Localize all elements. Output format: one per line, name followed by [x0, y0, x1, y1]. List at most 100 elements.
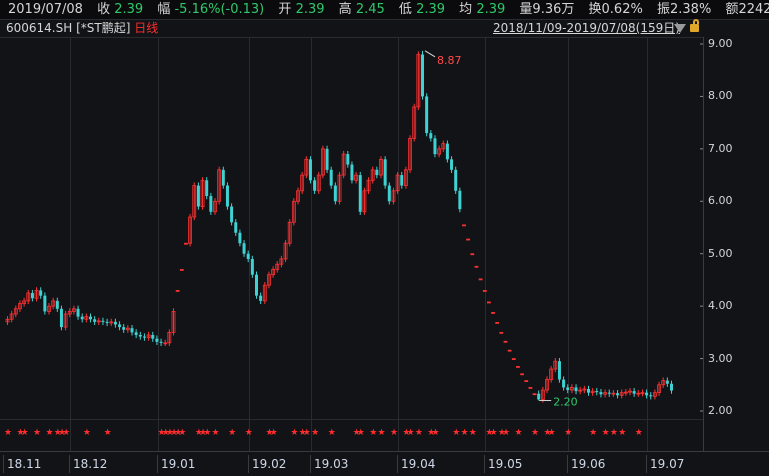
- date-range-link[interactable]: 2018/11/09-2019/07/08(159日): [493, 20, 680, 37]
- star-marker: ★: [610, 428, 618, 438]
- candle-body: [462, 224, 466, 227]
- candle-body: [532, 393, 537, 396]
- candle-body: [495, 322, 500, 324]
- candle-body: [425, 96, 429, 134]
- candle-body: [238, 232, 242, 244]
- star-marker: ★: [33, 428, 41, 438]
- candle-body: [209, 196, 213, 212]
- star-marker: ★: [635, 428, 643, 438]
- candle-body: [566, 387, 570, 391]
- candle-body: [507, 349, 512, 352]
- candle-body: [130, 328, 134, 333]
- candle-body: [30, 293, 34, 299]
- candle-body: [595, 391, 599, 393]
- candle-body: [429, 133, 433, 139]
- candle-body: [537, 393, 541, 400]
- candle-body: [179, 269, 184, 271]
- candle-body: [524, 380, 529, 383]
- dropdown-triangle-icon[interactable]: [674, 24, 686, 33]
- candle-body: [607, 392, 611, 394]
- star-marker: ★: [564, 428, 572, 438]
- candle-body: [387, 185, 391, 202]
- stock-code: 600614.SH: [6, 21, 73, 35]
- star-marker: ★: [62, 428, 70, 438]
- star-marker: ★: [378, 428, 386, 438]
- candle-body: [346, 154, 350, 165]
- candle-body: [516, 366, 520, 368]
- amount-value: 2242万: [738, 2, 769, 17]
- candle-body: [221, 169, 225, 186]
- amount-label: 额: [725, 2, 739, 17]
- star-marker: ★: [228, 428, 236, 438]
- candle-body: [184, 242, 188, 245]
- candle-body: [242, 243, 246, 254]
- candle-body: [101, 320, 105, 322]
- candle-body: [159, 341, 163, 343]
- candle-body: [503, 340, 508, 343]
- candle-body: [665, 380, 669, 384]
- star-marker: ★: [203, 428, 211, 438]
- period-label[interactable]: 日线: [134, 21, 158, 35]
- star-marker: ★: [502, 428, 510, 438]
- y-tick-label: 3.00: [708, 351, 733, 365]
- candle-body: [246, 253, 250, 259]
- candle-body: [482, 290, 487, 292]
- candle-body: [43, 295, 47, 312]
- candle-body: [574, 387, 578, 392]
- candle-body: [587, 388, 590, 393]
- candle-body: [80, 316, 84, 320]
- star-marker: ★: [589, 428, 597, 438]
- star-marker: ★: [178, 428, 186, 438]
- x-tick-label: 19.01: [157, 455, 195, 473]
- star-marker: ★: [357, 428, 365, 438]
- candle-body: [528, 387, 533, 389]
- candle-body: [433, 138, 437, 155]
- candle-body: [89, 316, 92, 320]
- x-tick-label: 18.12: [69, 455, 107, 473]
- candle-body: [113, 321, 117, 325]
- candle-body: [151, 334, 155, 339]
- candle-body: [122, 327, 126, 330]
- candlestick-chart[interactable]: 8.872.20★ ★★ ★ ★ ★★★ ★ ★ ★★★★★★ ★★★ ★ ★ ★ ★★ ★ ★★ ★ ★ ★★ ★…: [0, 0, 703, 451]
- star-marker: ★: [290, 428, 298, 438]
- candle-body: [205, 180, 209, 197]
- candle-body: [383, 159, 387, 186]
- candle-body: [76, 308, 80, 317]
- star-marker: ★: [531, 428, 539, 438]
- stock-identity: 600614.SH [*ST鹏起] 日线: [6, 20, 158, 37]
- y-tick-label: 5.00: [708, 246, 733, 260]
- star-marker: ★: [490, 428, 498, 438]
- lock-icon[interactable]: [690, 19, 699, 32]
- candle-body: [138, 334, 142, 337]
- candle-body: [196, 185, 200, 207]
- candle-body: [562, 379, 566, 388]
- star-marker: ★: [369, 428, 377, 438]
- y-tick-label: 9.00: [708, 37, 733, 50]
- star-marker: ★: [311, 428, 319, 438]
- candle-body: [225, 185, 229, 207]
- x-tick-label: 18.11: [3, 455, 41, 473]
- star-marker: ★: [270, 428, 278, 438]
- candle-body: [329, 169, 333, 186]
- star-marker: ★: [46, 428, 54, 438]
- y-tick-label: 2.00: [708, 404, 733, 417]
- min-price-label: 2.20: [553, 396, 578, 409]
- candle-body: [325, 148, 329, 170]
- star-marker: ★: [548, 428, 556, 438]
- candle-body: [445, 143, 449, 160]
- candle-body: [105, 321, 109, 323]
- y-tick-label: 4.00: [708, 299, 733, 313]
- star-marker: ★: [83, 428, 91, 438]
- candle-body: [511, 358, 516, 360]
- star-marker: ★: [21, 428, 29, 438]
- star-marker: ★: [431, 428, 439, 438]
- candle-body: [375, 169, 379, 176]
- x-tick-label: 19.03: [310, 455, 348, 473]
- candle-body: [39, 290, 43, 296]
- candle-body: [466, 238, 471, 241]
- candle-body: [450, 159, 454, 170]
- candle-body: [59, 308, 63, 328]
- y-tick-label: 7.00: [708, 141, 733, 155]
- candle-body: [491, 312, 495, 314]
- star-marker: ★: [602, 428, 610, 438]
